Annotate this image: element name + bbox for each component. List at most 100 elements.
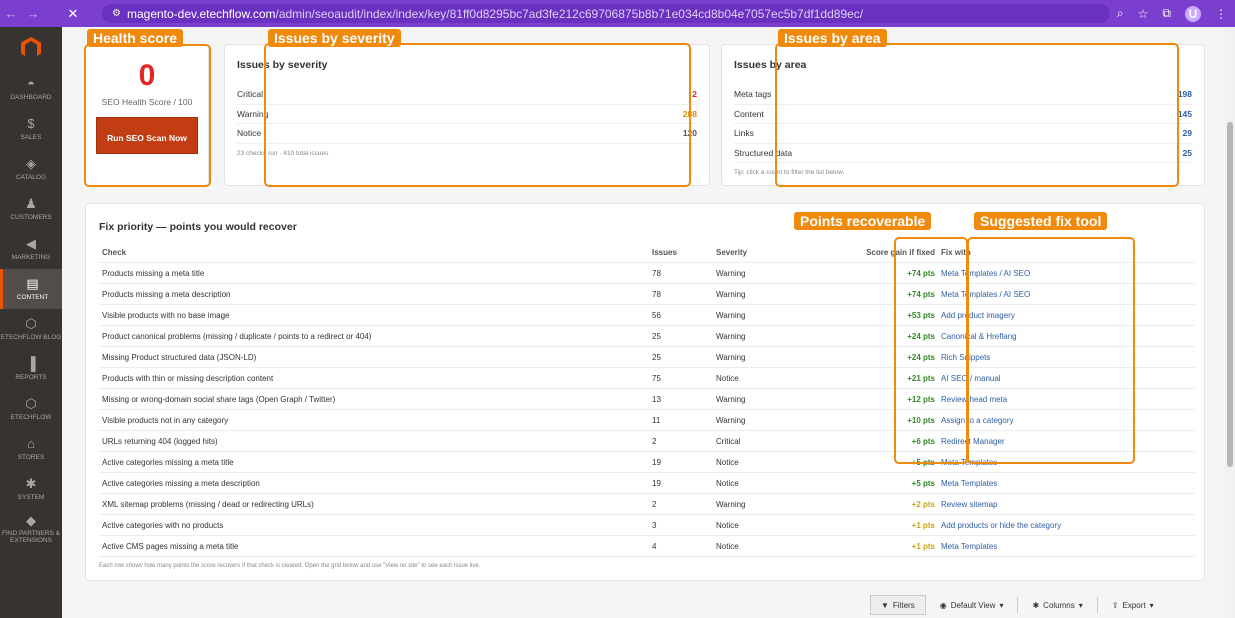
issues-cell: 75	[652, 374, 661, 383]
table-row: Active categories missing a meta descrip…	[99, 473, 1195, 494]
magento-logo[interactable]	[0, 27, 62, 69]
score-gain-cell: +1 pts	[911, 542, 935, 551]
check-cell: Visible products not in any category	[102, 416, 229, 425]
issues-cell: 19	[652, 458, 661, 467]
issues-cell: 25	[652, 332, 661, 341]
scrollbar-thumb[interactable]	[1227, 122, 1233, 467]
hexagon-icon: ⬡	[25, 316, 37, 332]
severity-cell: Warning	[716, 416, 746, 425]
check-cell: URLs returning 404 (logged hits)	[102, 437, 218, 446]
box-icon: ◆	[26, 512, 36, 528]
annotation-box-area	[775, 43, 1179, 187]
table-row: Active categories with no products 3 Notic…	[99, 515, 1195, 536]
extensions-icon[interactable]: ⧉	[1162, 6, 1171, 21]
site-info-icon[interactable]: ⚙	[112, 8, 121, 19]
col-header-severity[interactable]: Severity	[716, 242, 747, 263]
url-text: magento-dev.etechflow.com/admin/seoaudit…	[126, 6, 864, 21]
filters-button[interactable]: ▼ Filters	[870, 595, 926, 615]
fix-link[interactable]: Add products or hide the category	[941, 515, 1061, 536]
check-cell: Active CMS pages missing a meta title	[102, 542, 239, 551]
check-cell: Missing Product structured data (JSON-LD…	[102, 353, 257, 362]
sidebar-item-marketing[interactable]: ◀ MARKETING	[0, 229, 62, 269]
severity-cell: Warning	[716, 290, 746, 299]
check-cell: Active categories missing a meta descrip…	[102, 479, 260, 488]
sidebar-item-dashboard[interactable]: ◓ DASHBOARD	[0, 69, 62, 109]
browser-menu-icon[interactable]: ⋮	[1215, 7, 1227, 21]
check-cell: Missing or wrong-domain social share tag…	[102, 395, 336, 404]
table-row: Active CMS pages missing a meta title 4 No…	[99, 536, 1195, 557]
annotation-tag-points: Points recoverable	[794, 212, 932, 230]
sidebar-item-content[interactable]: ▤ CONTENT	[0, 269, 62, 309]
export-dropdown[interactable]: ⇪ Export ▾	[1112, 601, 1154, 610]
severity-cell: Warning	[716, 311, 746, 320]
sidebar-item-system[interactable]: ✱ SYSTEM	[0, 469, 62, 509]
score-gain-cell: +1 pts	[911, 521, 935, 530]
annotation-tag-health: Health score	[87, 29, 184, 47]
severity-cell: Warning	[716, 269, 746, 278]
address-bar[interactable]: ⚙ magento-dev.etechflow.com/admin/seoaud…	[102, 4, 1110, 23]
default-view-dropdown[interactable]: ◉ Default View ▾	[940, 601, 1004, 610]
fix-link[interactable]: Review sitemap	[941, 494, 997, 515]
profile-avatar[interactable]: U	[1185, 5, 1201, 22]
megaphone-icon: ◀	[26, 236, 36, 252]
severity-cell: Warning	[716, 353, 746, 362]
sidebar-item-etechflow[interactable]: ⬡ ETECHFLOW	[0, 389, 62, 429]
chevron-down-icon: ▾	[1078, 600, 1083, 610]
gear-icon: ✱	[1032, 600, 1040, 610]
sidebar-item-catalog[interactable]: ◈ CATALOG	[0, 149, 62, 189]
store-icon: ⌂	[27, 436, 35, 452]
magento-logo-icon	[21, 37, 41, 57]
sidebar-item-customers[interactable]: ♟ CUSTOMERS	[0, 189, 62, 229]
chevron-down-icon: ▾	[999, 600, 1004, 610]
toolbar-divider	[1017, 597, 1019, 613]
fix-link[interactable]: Meta Templates	[941, 473, 997, 494]
sidebar-item-reports[interactable]: ▐ REPORTS	[0, 349, 62, 389]
sidebar-item-sales[interactable]: $ SALES	[0, 109, 62, 149]
severity-cell: Warning	[716, 500, 746, 509]
table-row: XML sitemap problems (missing / dead or …	[99, 494, 1195, 515]
bookmark-star-icon[interactable]: ☆	[1138, 7, 1149, 21]
annotation-tag-fixtool: Suggested fix tool	[974, 212, 1108, 230]
severity-cell: Notice	[716, 374, 739, 383]
issues-cell: 78	[652, 269, 661, 278]
layout-icon: ▤	[26, 276, 39, 292]
issues-cell: 4	[652, 542, 657, 551]
dollar-icon: $	[27, 116, 35, 132]
annotation-box-fixtool	[967, 237, 1135, 464]
check-cell: Products with thin or missing descriptio…	[102, 374, 274, 383]
forward-icon[interactable]: →	[22, 6, 44, 21]
sidebar-item-find-partners[interactable]: ◆ FIND PARTNERS & EXTENSIONS	[0, 509, 62, 549]
annotation-box-severity	[264, 43, 691, 187]
check-cell: XML sitemap problems (missing / dead or …	[102, 500, 314, 509]
issues-cell: 19	[652, 479, 661, 488]
severity-cell: Warning	[716, 332, 746, 341]
issues-cell: 56	[652, 311, 661, 320]
cube-icon: ◈	[26, 156, 36, 172]
back-icon[interactable]: ←	[0, 6, 22, 21]
sidebar-item-etechflow-blog[interactable]: ⬡ ETECHFLOW BLOG	[0, 309, 62, 349]
fix-priority-title: Fix priority — points you would recover	[99, 221, 297, 233]
issues-cell: 3	[652, 521, 657, 530]
gear-icon: ✱	[25, 476, 37, 492]
page-scrollbar[interactable]	[1225, 27, 1235, 618]
funnel-icon: ▼	[881, 600, 889, 610]
score-gain-cell: +5 pts	[911, 479, 935, 488]
issues-cell: 2	[652, 500, 657, 509]
severity-cell: Notice	[716, 479, 739, 488]
check-cell: Products missing a meta title	[102, 269, 205, 278]
admin-sidebar: ◓ DASHBOARD $ SALES ◈ CATALOG ♟ CUSTOMERS ◀ M…	[0, 27, 62, 618]
issues-cell: 11	[652, 416, 661, 425]
zoom-icon[interactable]: ⌕	[1117, 6, 1124, 21]
issues-cell: 25	[652, 353, 661, 362]
severity-cell: Notice	[716, 458, 739, 467]
annotation-box-points	[894, 237, 968, 464]
sidebar-item-stores[interactable]: ⌂ STORES	[0, 429, 62, 469]
close-icon[interactable]: ✕	[62, 6, 84, 22]
annotation-tag-severity: Issues by severity	[268, 29, 401, 47]
col-header-issues[interactable]: Issues	[652, 242, 677, 263]
bar-chart-icon: ▐	[26, 356, 36, 372]
issues-cell: 13	[652, 395, 661, 404]
fix-link[interactable]: Meta Templates	[941, 536, 997, 557]
col-header-check[interactable]: Check	[102, 242, 126, 263]
columns-dropdown[interactable]: ✱ Columns ▾	[1032, 601, 1082, 610]
